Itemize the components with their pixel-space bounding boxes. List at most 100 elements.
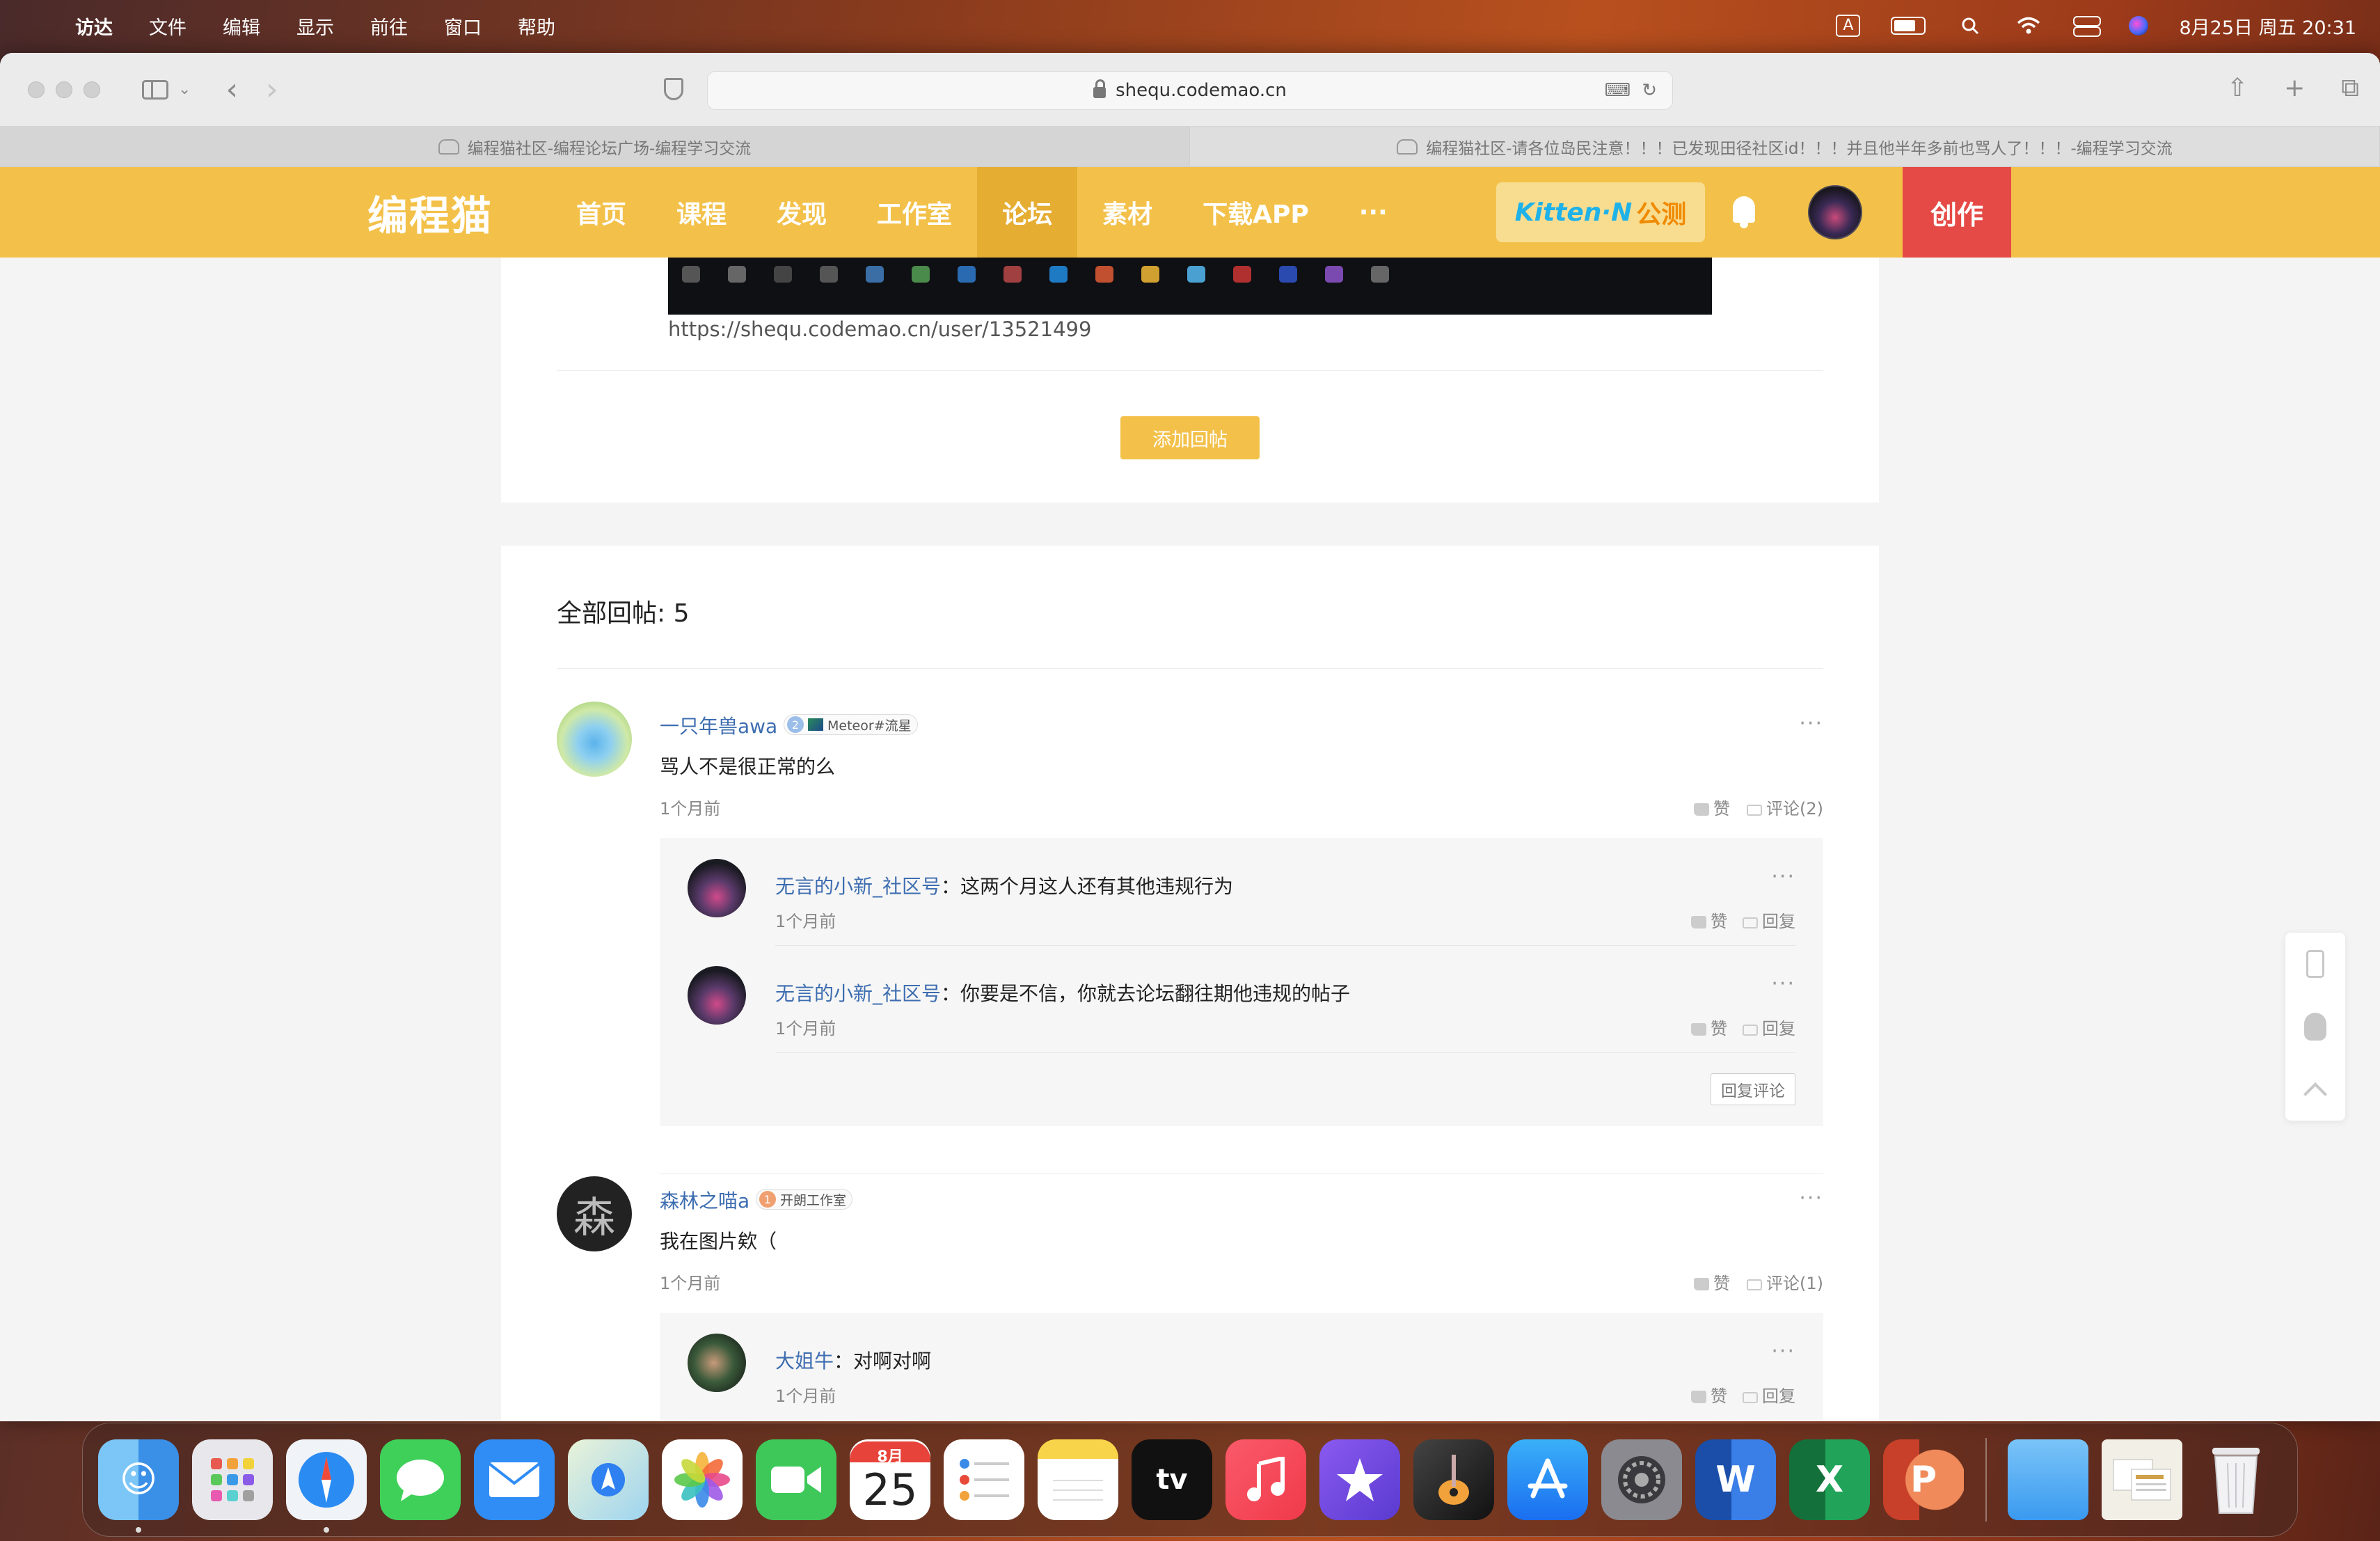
more-options-icon[interactable]: ··· <box>1771 864 1795 889</box>
more-options-icon[interactable]: ··· <box>1771 1339 1795 1364</box>
forward-arrow-icon[interactable]: › <box>266 72 278 107</box>
reminders-icon[interactable] <box>944 1439 1024 1520</box>
tab-overview-icon[interactable]: ⧉ <box>2341 74 2359 103</box>
new-tab-icon[interactable]: + <box>2284 74 2305 103</box>
safari-icon[interactable] <box>286 1439 367 1533</box>
system-settings-icon[interactable] <box>1601 1439 1682 1520</box>
back-to-top-button[interactable] <box>2285 1058 2345 1121</box>
comment-author-avatar[interactable] <box>688 966 746 1025</box>
spotlight-search-icon[interactable] <box>1956 15 1984 36</box>
trash-icon[interactable] <box>2196 1439 2276 1520</box>
music-icon[interactable] <box>1225 1439 1306 1520</box>
launchpad-icon[interactable] <box>192 1439 273 1520</box>
translate-icon[interactable]: ⌨ <box>1605 80 1631 101</box>
mail-icon[interactable] <box>474 1439 555 1520</box>
wifi-icon[interactable] <box>2015 15 2042 36</box>
close-window-button[interactable] <box>28 81 45 98</box>
input-method-indicator[interactable]: A <box>1836 15 1861 37</box>
nav-download-app[interactable]: 下载APP <box>1177 167 1334 258</box>
nav-more[interactable]: ··· <box>1334 167 1413 258</box>
user-badge[interactable]: 1 开朗工作室 <box>756 1189 853 1210</box>
like-button[interactable]: 赞 <box>1691 1382 1727 1407</box>
more-options-icon[interactable]: ··· <box>1771 972 1795 996</box>
reply-author-name[interactable]: 一只年兽awa <box>660 711 777 739</box>
reply-button[interactable]: 回复 <box>1743 1015 1795 1039</box>
site-logo[interactable]: 编程猫 <box>367 183 493 242</box>
user-avatar[interactable] <box>1808 185 1862 239</box>
comment-author-name[interactable]: 无言的小新_社区号 <box>775 875 941 898</box>
nav-studio[interactable]: 工作室 <box>852 167 977 258</box>
like-button[interactable]: 赞 <box>1691 1015 1727 1039</box>
zoom-window-button[interactable] <box>84 81 100 98</box>
excel-icon[interactable]: X <box>1789 1439 1870 1520</box>
control-center-icon[interactable] <box>2073 16 2102 37</box>
reply-author-name[interactable]: 森林之喵a <box>660 1186 749 1214</box>
menu-file[interactable]: 文件 <box>149 13 187 40</box>
sidebar-toggle-icon[interactable] <box>142 79 168 100</box>
nav-materials[interactable]: 素材 <box>1077 167 1177 258</box>
word-icon[interactable]: W <box>1695 1439 1776 1520</box>
folder-icon[interactable] <box>2008 1439 2088 1520</box>
messages-icon[interactable] <box>380 1439 461 1520</box>
menu-edit[interactable]: 编辑 <box>223 13 260 40</box>
minimize-window-button[interactable] <box>56 81 72 98</box>
more-options-icon[interactable]: ··· <box>1799 711 1823 736</box>
notification-bell-icon[interactable] <box>1730 196 1758 228</box>
reply-button[interactable]: 回复 <box>1743 908 1795 932</box>
finder-icon[interactable]: ☺ <box>98 1439 179 1533</box>
comment-author-name[interactable]: 无言的小新_社区号 <box>775 982 941 1005</box>
add-reply-button[interactable]: 添加回帖 <box>1120 416 1260 459</box>
reply-button[interactable]: 回复 <box>1743 1382 1795 1407</box>
more-options-icon[interactable]: ··· <box>1799 1186 1823 1210</box>
post-user-link[interactable]: https://shequ.codemao.cn/user/13521499 <box>668 317 1091 341</box>
privacy-shield-icon[interactable] <box>664 78 683 100</box>
chevron-down-icon[interactable]: ⌄ <box>178 81 191 98</box>
tab-forum-square[interactable]: 编程猫社区-编程论坛广场-编程学习交流 <box>0 127 1190 166</box>
reply-author-avatar[interactable]: 森 <box>557 1176 632 1251</box>
siri-icon[interactable] <box>2129 16 2149 35</box>
calendar-icon[interactable]: 8月 25 <box>850 1439 930 1520</box>
battery-icon[interactable] <box>1891 17 1926 35</box>
appstore-icon[interactable] <box>1507 1439 1588 1520</box>
create-button[interactable]: 创作 <box>1903 167 2011 258</box>
menu-help[interactable]: 帮助 <box>518 13 555 40</box>
garageband-icon[interactable] <box>1413 1439 1494 1520</box>
user-badge[interactable]: 2 Meteor#流星 <box>784 714 918 735</box>
comment-author-name[interactable]: 大姐牛 <box>775 1350 834 1373</box>
address-bar-url[interactable]: shequ.codemao.cn <box>1116 80 1287 101</box>
menubar-datetime[interactable]: 8月25日 周五 20:31 <box>2179 13 2356 40</box>
qq-group-button[interactable] <box>2285 995 2345 1058</box>
comment-author-avatar[interactable] <box>688 1334 746 1392</box>
comment-author-avatar[interactable] <box>688 859 746 917</box>
comment-button[interactable]: 评论(1) <box>1747 1270 1823 1294</box>
menu-app-name[interactable]: 访达 <box>75 13 113 40</box>
back-arrow-icon[interactable]: ‹ <box>225 72 238 107</box>
menu-window[interactable]: 窗口 <box>444 13 482 40</box>
menu-go[interactable]: 前往 <box>370 13 408 40</box>
reply-comment-button[interactable]: 回复评论 <box>1711 1073 1795 1105</box>
document-preview-icon[interactable] <box>2102 1439 2182 1520</box>
mobile-app-button[interactable] <box>2285 933 2345 995</box>
photos-icon[interactable] <box>662 1439 743 1520</box>
tab-forum-post[interactable]: 编程猫社区-请各位岛民注意！！！已发现田径社区id！！！并且他半年多前也骂人了！… <box>1190 127 2380 166</box>
powerpoint-icon[interactable]: P <box>1883 1439 1964 1520</box>
appletv-icon[interactable]: tv <box>1132 1439 1212 1520</box>
nav-forum[interactable]: 论坛 <box>977 167 1078 258</box>
nav-discover[interactable]: 发现 <box>752 167 852 258</box>
comment-button[interactable]: 评论(2) <box>1747 795 1823 819</box>
notes-icon[interactable] <box>1038 1439 1118 1520</box>
like-button[interactable]: 赞 <box>1691 908 1727 932</box>
nav-courses[interactable]: 课程 <box>651 167 752 258</box>
menu-view[interactable]: 显示 <box>296 13 334 40</box>
imovie-icon[interactable] <box>1319 1439 1400 1520</box>
facetime-icon[interactable] <box>756 1439 836 1520</box>
reply-author-avatar[interactable] <box>557 702 632 777</box>
maps-icon[interactable] <box>568 1439 649 1520</box>
reload-icon[interactable]: ↻ <box>1642 80 1657 101</box>
share-icon[interactable]: ⇧ <box>2227 74 2248 103</box>
like-button[interactable]: 赞 <box>1694 1270 1730 1294</box>
nav-home[interactable]: 首页 <box>551 167 651 258</box>
like-button[interactable]: 赞 <box>1694 795 1730 819</box>
kitten-n-beta-button[interactable]: Kitten·N 公测 <box>1496 182 1705 242</box>
address-bar[interactable]: shequ.codemao.cn ⌨ ↻ <box>707 71 1673 110</box>
